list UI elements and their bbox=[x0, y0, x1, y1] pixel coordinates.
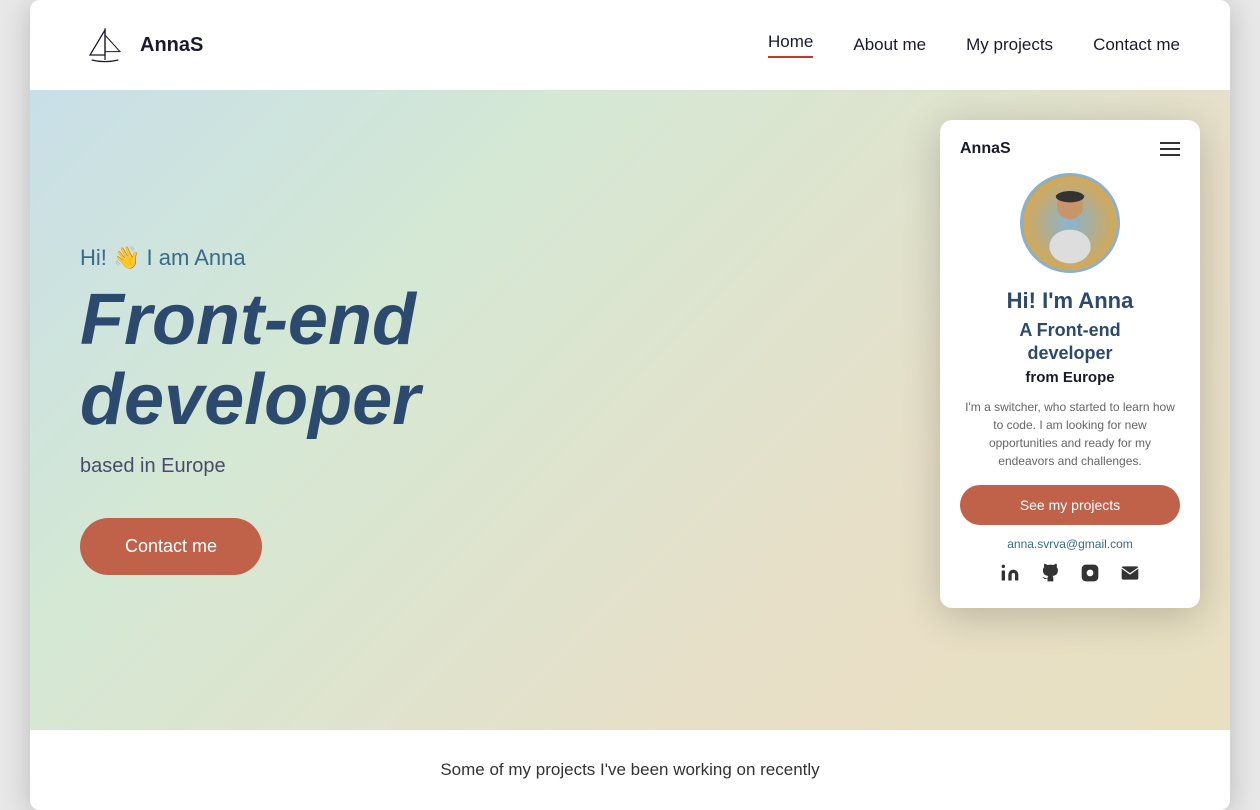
projects-teaser: Some of my projects I've been working on… bbox=[80, 760, 1180, 780]
mobile-see-projects-button[interactable]: See my projects bbox=[960, 485, 1180, 525]
mobile-card-header: AnnaS bbox=[960, 140, 1180, 158]
browser-frame: AnnaS Home About me My projects Contact … bbox=[30, 0, 1230, 810]
instagram-icon[interactable] bbox=[1080, 563, 1100, 588]
hero-section: Hi! 👋 I am Anna Front-end developer base… bbox=[30, 90, 1230, 730]
hero-cta-button[interactable]: Contact me bbox=[80, 518, 262, 575]
nav-link-home[interactable]: Home bbox=[768, 32, 813, 58]
mobile-bio: I'm a switcher, who started to learn how… bbox=[960, 398, 1180, 470]
nav-logo[interactable]: AnnaS bbox=[80, 20, 203, 70]
avatar bbox=[1020, 173, 1120, 273]
hero-subtitle: based in Europe bbox=[80, 455, 740, 478]
nav-logo-text: AnnaS bbox=[140, 34, 203, 57]
hero-content: Hi! 👋 I am Anna Front-end developer base… bbox=[80, 245, 740, 574]
linkedin-icon[interactable] bbox=[1000, 563, 1020, 588]
hero-greeting: Hi! 👋 I am Anna bbox=[80, 245, 740, 271]
nav-link-projects[interactable]: My projects bbox=[966, 35, 1053, 55]
nav-link-about[interactable]: About me bbox=[853, 35, 926, 55]
mobile-card-logo: AnnaS bbox=[960, 140, 1011, 158]
navbar: AnnaS Home About me My projects Contact … bbox=[30, 0, 1230, 90]
sailboat-icon bbox=[80, 20, 130, 70]
hamburger-menu[interactable] bbox=[1160, 142, 1180, 156]
hamburger-line-3 bbox=[1160, 154, 1180, 156]
mobile-hi: Hi! I'm Anna bbox=[960, 288, 1180, 314]
hero-title: Front-end developer bbox=[80, 281, 740, 439]
hamburger-line-2 bbox=[1160, 148, 1180, 150]
mobile-social-links bbox=[960, 563, 1180, 588]
github-icon[interactable] bbox=[1040, 563, 1060, 588]
mobile-role: A Front-end developer bbox=[960, 319, 1180, 366]
nav-links: Home About me My projects Contact me bbox=[768, 32, 1180, 58]
mobile-location: from Europe bbox=[960, 369, 1180, 386]
avatar-wrapper bbox=[960, 173, 1180, 273]
mobile-card: AnnaS bbox=[940, 120, 1200, 608]
email-icon[interactable] bbox=[1120, 563, 1140, 588]
avatar-image bbox=[1023, 173, 1117, 273]
hamburger-line-1 bbox=[1160, 142, 1180, 144]
mobile-email-link[interactable]: anna.svrva@gmail.com bbox=[960, 537, 1180, 551]
nav-link-contact[interactable]: Contact me bbox=[1093, 35, 1180, 55]
bottom-section: Some of my projects I've been working on… bbox=[30, 730, 1230, 810]
